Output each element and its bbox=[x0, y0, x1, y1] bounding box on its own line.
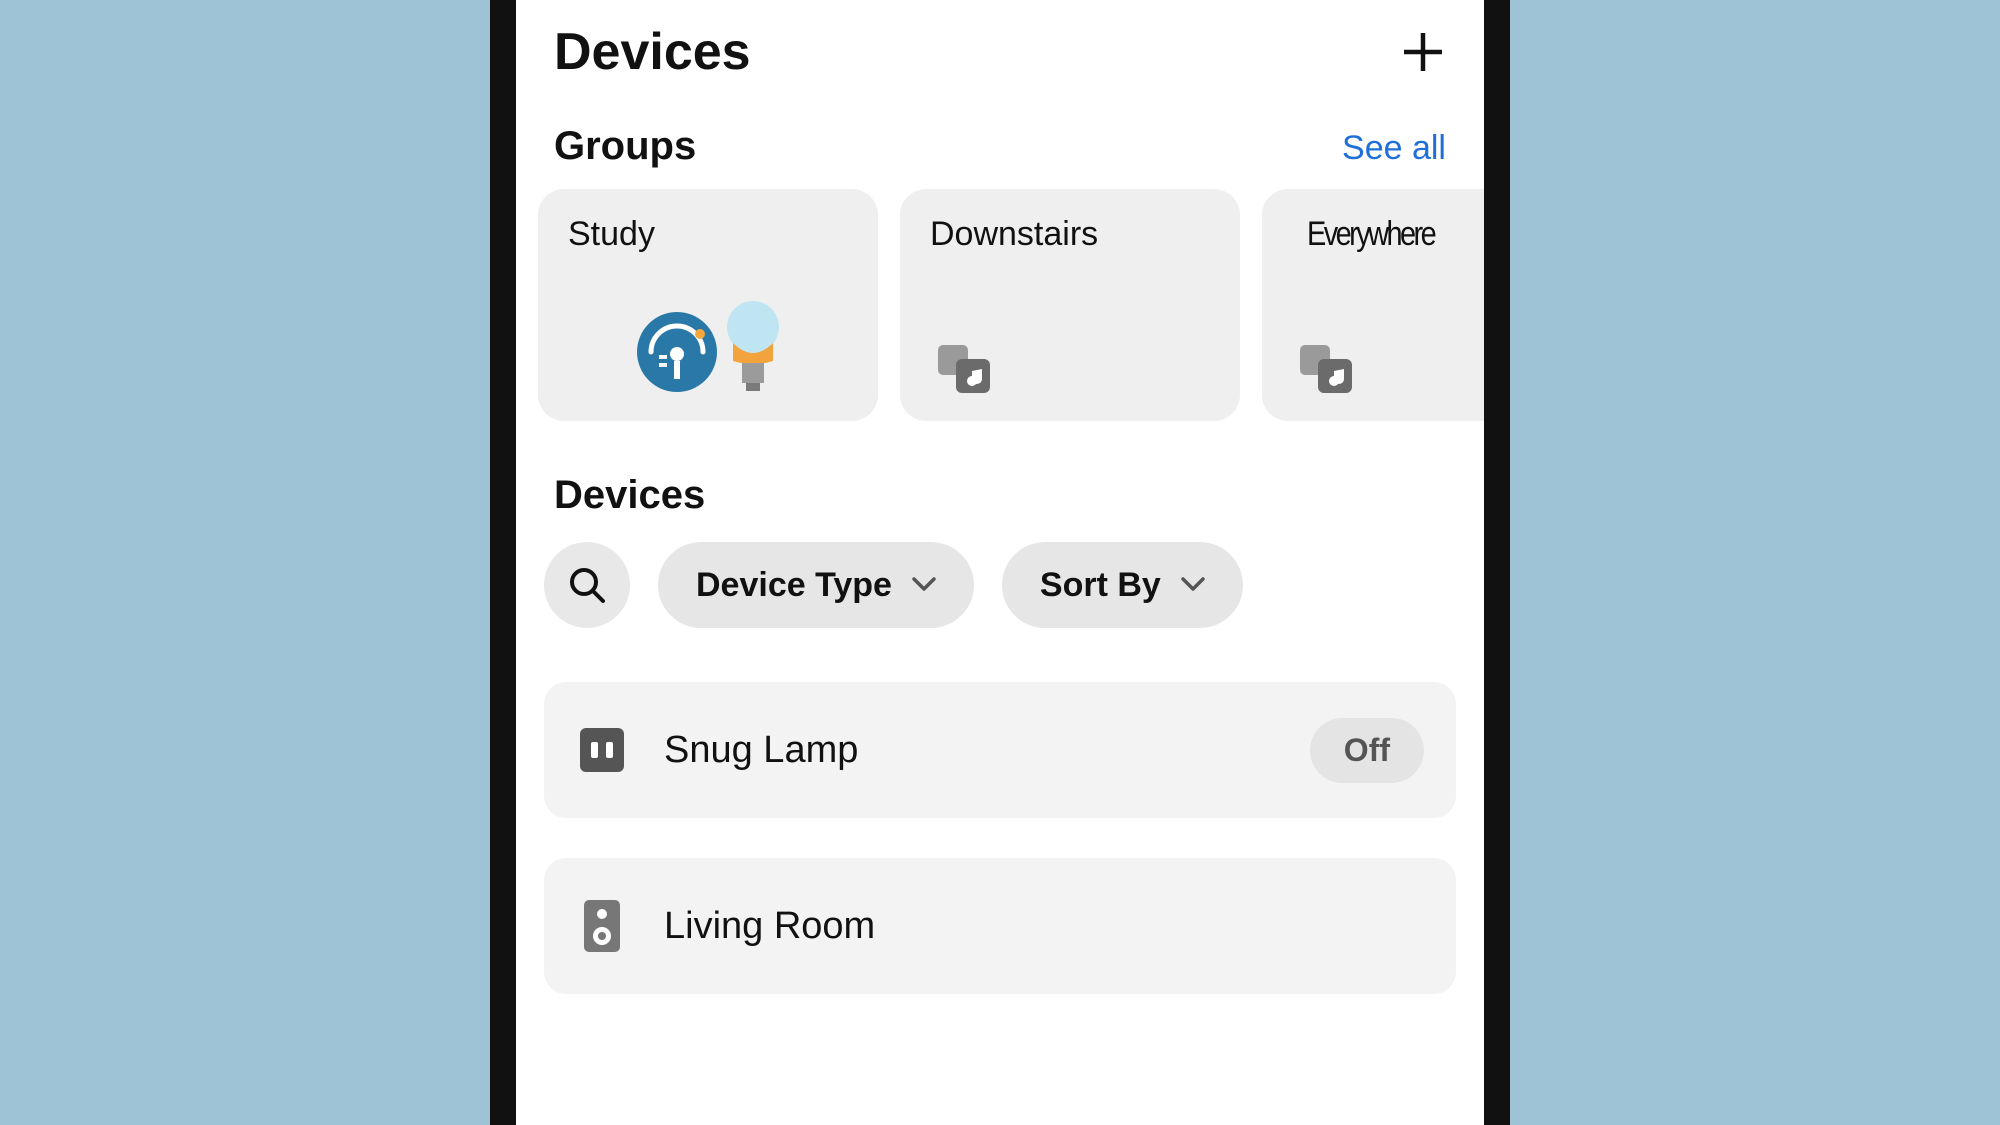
device-row-snug-lamp[interactable]: Snug Lamp Off bbox=[544, 682, 1456, 818]
search-button[interactable] bbox=[544, 542, 630, 628]
see-all-link[interactable]: See all bbox=[1342, 129, 1446, 168]
page-title: Devices bbox=[554, 22, 751, 82]
group-icons bbox=[1292, 305, 1484, 395]
speaker-icon bbox=[576, 900, 628, 952]
groups-header: Groups See all bbox=[516, 90, 1484, 189]
chevron-down-icon bbox=[1181, 577, 1205, 593]
sort-by-filter[interactable]: Sort By bbox=[1002, 542, 1243, 628]
device-type-filter[interactable]: Device Type bbox=[658, 542, 974, 628]
group-name: Everywhere bbox=[1307, 215, 1477, 254]
plus-icon bbox=[1400, 29, 1446, 75]
filter-label: Device Type bbox=[696, 566, 892, 605]
add-button[interactable] bbox=[1400, 29, 1446, 75]
chevron-down-icon bbox=[912, 577, 936, 593]
groups-row[interactable]: Study bbox=[516, 189, 1484, 421]
devices-header: Devices bbox=[516, 421, 1484, 542]
search-icon bbox=[567, 565, 607, 605]
device-list: Snug Lamp Off Living Room bbox=[516, 628, 1484, 994]
filter-label: Sort By bbox=[1040, 566, 1161, 605]
device-name: Living Room bbox=[664, 905, 1424, 948]
group-card-downstairs[interactable]: Downstairs bbox=[900, 189, 1240, 421]
devices-title: Devices bbox=[554, 473, 1446, 518]
groups-title: Groups bbox=[554, 124, 696, 169]
multi-music-icon bbox=[1298, 343, 1356, 395]
thermostat-icon bbox=[634, 309, 720, 395]
multi-music-icon bbox=[936, 343, 994, 395]
device-row-living-room[interactable]: Living Room bbox=[544, 858, 1456, 994]
plug-icon bbox=[576, 724, 628, 776]
group-name: Downstairs bbox=[930, 215, 1210, 254]
app-screen: Devices Groups See all Study bbox=[516, 0, 1484, 1125]
filter-row: Device Type Sort By bbox=[516, 542, 1484, 628]
group-icons bbox=[930, 305, 1210, 395]
group-card-everywhere[interactable]: Everywhere bbox=[1262, 189, 1484, 421]
group-card-study[interactable]: Study bbox=[538, 189, 878, 421]
phone-frame: Devices Groups See all Study bbox=[490, 0, 1510, 1125]
group-icons bbox=[568, 305, 848, 395]
device-name: Snug Lamp bbox=[664, 729, 1274, 772]
bulb-icon bbox=[724, 301, 782, 395]
group-name: Study bbox=[568, 215, 848, 254]
device-state-toggle[interactable]: Off bbox=[1310, 718, 1424, 783]
header: Devices bbox=[516, 0, 1484, 90]
